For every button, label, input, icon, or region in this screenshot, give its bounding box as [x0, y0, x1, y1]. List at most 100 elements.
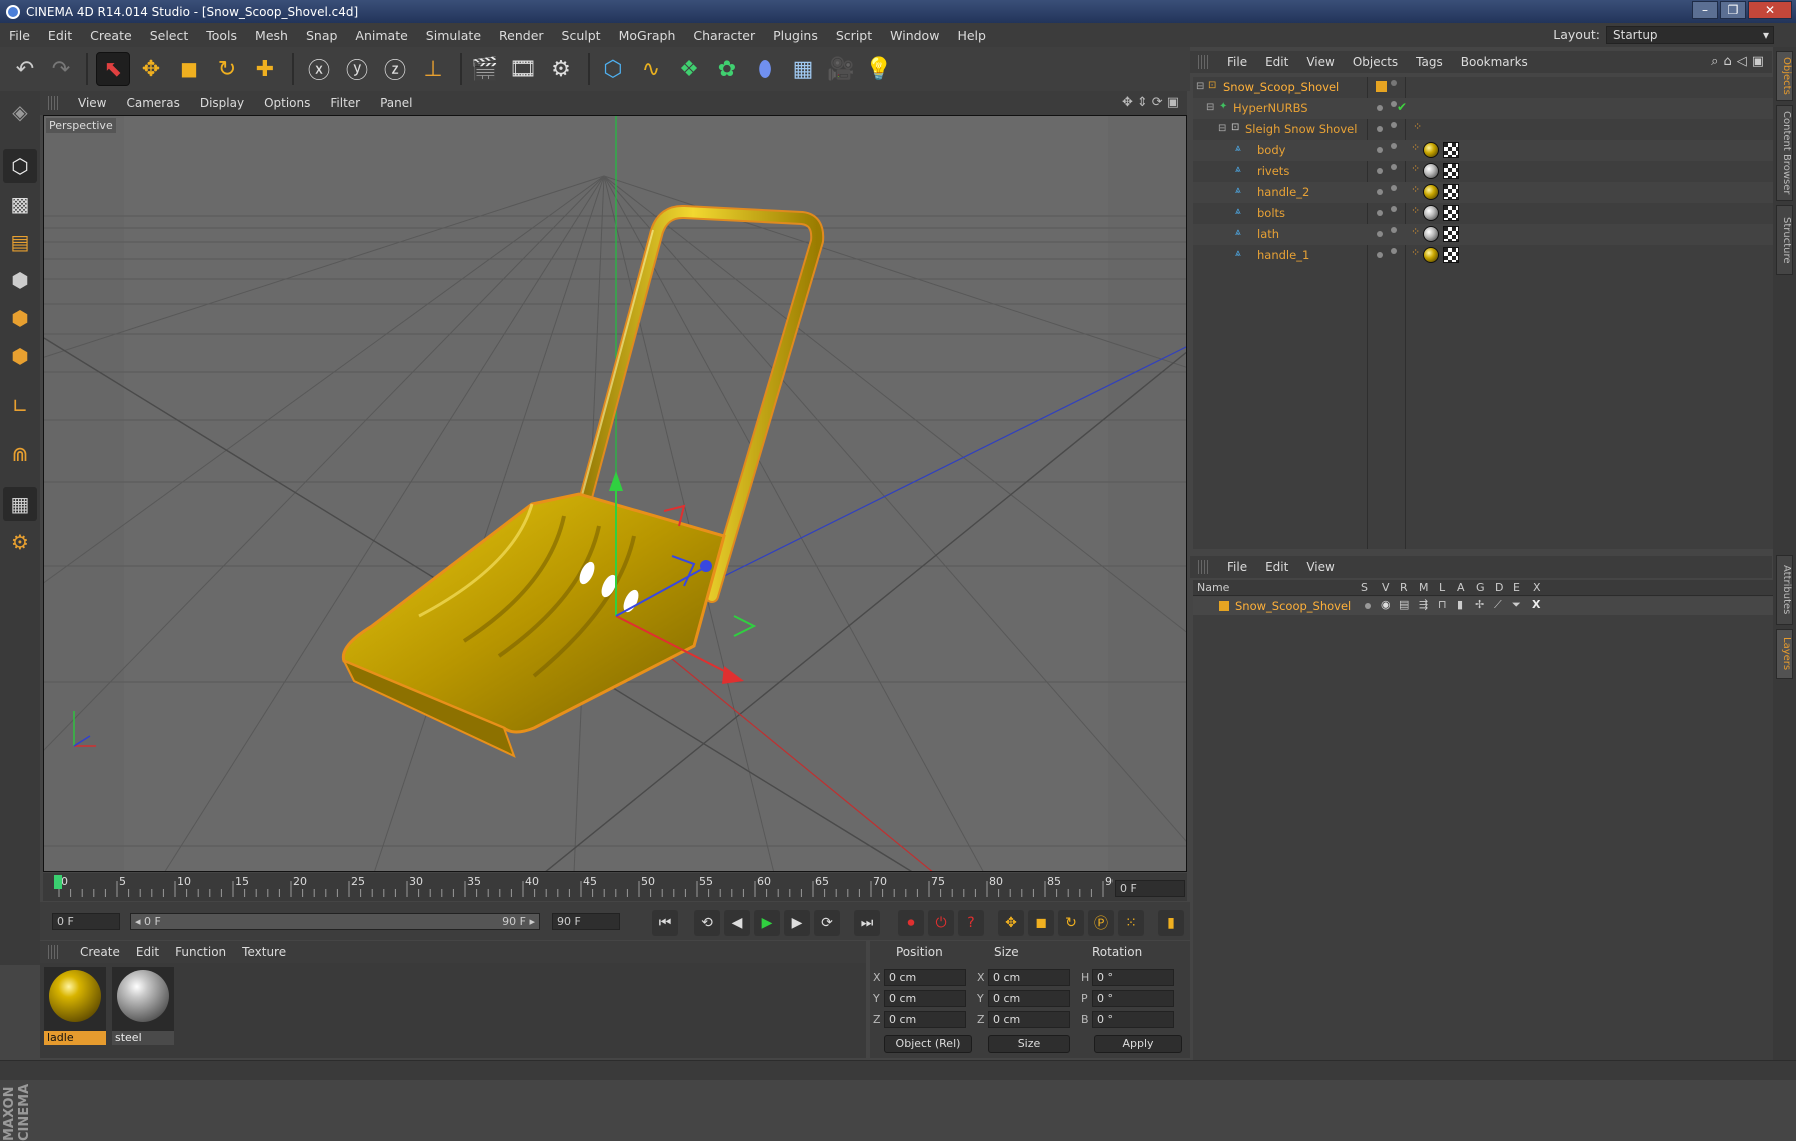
material-tag-icon[interactable]	[1423, 226, 1439, 242]
object-name[interactable]: rivets	[1257, 164, 1289, 178]
timeline-window-icon[interactable]: ▮	[1158, 910, 1184, 936]
layer-menu-file[interactable]: File	[1218, 560, 1256, 574]
layer-manager-icon[interactable]: ⇶	[1419, 598, 1428, 611]
frame-range-slider[interactable]: ◂ 0 F 90 F ▸	[130, 913, 540, 930]
home-icon[interactable]: ⌂	[1723, 54, 1731, 69]
material-menu-create[interactable]: Create	[72, 945, 128, 959]
floor-icon[interactable]: ▦	[786, 52, 820, 86]
pos-z-field[interactable]: 0 cm	[884, 1011, 966, 1028]
menu-sculpt[interactable]: Sculpt	[553, 28, 610, 43]
go-to-start-icon[interactable]: ⏮	[652, 910, 678, 936]
layer-col-r[interactable]: R	[1400, 581, 1408, 594]
planar-workplane-icon[interactable]: ⚙	[3, 525, 37, 559]
tab-attributes[interactable]: Attributes	[1776, 555, 1793, 625]
layer-col-g[interactable]: G	[1476, 581, 1485, 594]
pos-x-field[interactable]: 0 cm	[884, 969, 966, 986]
phong-tag-icon[interactable]: ⁘	[1411, 183, 1420, 196]
make-editable-icon[interactable]: ◈	[3, 95, 37, 129]
go-to-end-icon[interactable]: ⏭	[854, 910, 880, 936]
key-pla-icon[interactable]: ⁙	[1118, 910, 1144, 936]
minimize-button[interactable]: –	[1692, 1, 1718, 19]
scale-icon[interactable]: ◼	[172, 52, 206, 86]
menu-simulate[interactable]: Simulate	[417, 28, 490, 43]
rotate-view-icon[interactable]: ⟳	[1152, 95, 1163, 110]
menu-snap[interactable]: Snap	[297, 28, 346, 43]
menu-edit[interactable]: Edit	[39, 28, 81, 43]
deformer-icon[interactable]: ⬮	[748, 52, 782, 86]
recent-tool-icon[interactable]: ✚	[248, 52, 282, 86]
object-name[interactable]: Snow_Scoop_Shovel	[1223, 80, 1339, 94]
undo-icon[interactable]: ↶	[8, 52, 42, 86]
object-row[interactable]: ⊟ ⊡ Snow_Scoop_Shovel	[1193, 77, 1773, 98]
phong-tag-icon[interactable]: ⁘	[1411, 162, 1420, 175]
current-frame-field[interactable]: 0 F	[1115, 880, 1185, 897]
workplane-lock-icon[interactable]: ▦	[3, 487, 37, 521]
close-button[interactable]: ✕	[1748, 1, 1792, 19]
new-window-icon[interactable]: ▣	[1752, 54, 1764, 69]
layer-expressions-icon[interactable]: ⏷	[1512, 598, 1521, 612]
key-position-icon[interactable]: ✥	[998, 910, 1024, 936]
pos-y-field[interactable]: 0 cm	[884, 990, 966, 1007]
size-y-field[interactable]: 0 cm	[988, 990, 1070, 1007]
material-tag-icon[interactable]	[1423, 142, 1439, 158]
material-steel[interactable]: steel	[112, 967, 174, 1045]
viewport-menu-cameras[interactable]: Cameras	[116, 96, 189, 110]
end-frame-field[interactable]: 90 F	[552, 913, 620, 930]
menu-help[interactable]: Help	[948, 28, 995, 43]
play-icon[interactable]: ▶	[754, 910, 780, 936]
render-picture-viewer-icon[interactable]: 🎞	[506, 52, 540, 86]
layer-menu-view[interactable]: View	[1297, 560, 1343, 574]
apply-button[interactable]: Apply	[1094, 1035, 1182, 1053]
menu-script[interactable]: Script	[827, 28, 881, 43]
move-icon[interactable]: ✥	[134, 52, 168, 86]
timeline-ruler[interactable]: 0 5 10 15 20 25 30 35 40 45 50 55 60 65 70 75 80 85 90	[43, 873, 1187, 901]
object-menu-view[interactable]: View	[1297, 55, 1343, 69]
rot-p-field[interactable]: 0 °	[1092, 990, 1174, 1007]
render-view-icon[interactable]: 🎬	[468, 52, 502, 86]
menu-plugins[interactable]: Plugins	[764, 28, 827, 43]
layer-lock-icon[interactable]: ⊓	[1438, 598, 1447, 611]
material-menu-edit[interactable]: Edit	[128, 945, 167, 959]
coordinate-system-icon[interactable]: ⊥	[416, 52, 450, 86]
layout-select[interactable]: Startup	[1606, 26, 1774, 44]
menu-mograph[interactable]: MoGraph	[610, 28, 685, 43]
layer-row[interactable]: Snow_Scoop_Shovel ◉ ▤ ⇶ ⊓ ▮ ✢ ⟋ ⏷ X	[1193, 597, 1773, 615]
layer-col-a[interactable]: A	[1457, 581, 1465, 594]
enabled-check-icon[interactable]: ✔	[1397, 100, 1407, 114]
layer-col-m[interactable]: M	[1419, 581, 1429, 594]
size-x-field[interactable]: 0 cm	[988, 969, 1070, 986]
light-icon[interactable]: 💡	[862, 52, 896, 86]
render-settings-icon[interactable]: ⚙	[544, 52, 578, 86]
rot-h-field[interactable]: 0 °	[1092, 969, 1174, 986]
object-row[interactable]: ⩓ body ⁘	[1193, 140, 1773, 161]
tab-objects[interactable]: Objects	[1776, 51, 1793, 101]
texture-tag-icon[interactable]	[1443, 142, 1459, 158]
object-row[interactable]: ⩓ bolts ⁘	[1193, 203, 1773, 224]
menu-mesh[interactable]: Mesh	[246, 28, 297, 43]
camera-icon[interactable]: 🎥	[824, 52, 858, 86]
polygons-mode-icon[interactable]: ⬢	[3, 339, 37, 373]
phong-tag-icon[interactable]: ⁘	[1411, 141, 1420, 154]
object-row[interactable]: ⩓ rivets ⁘	[1193, 161, 1773, 182]
layer-render-icon[interactable]: ▤	[1399, 598, 1409, 611]
workplane-mode-icon[interactable]: ▤	[3, 225, 37, 259]
size-z-field[interactable]: 0 cm	[988, 1011, 1070, 1028]
menu-window[interactable]: Window	[881, 28, 948, 43]
back-icon[interactable]: ◁	[1737, 54, 1747, 69]
object-menu-bookmarks[interactable]: Bookmarks	[1452, 55, 1537, 69]
layer-col-name[interactable]: Name	[1197, 581, 1229, 594]
viewport-menu-view[interactable]: View	[68, 96, 116, 110]
toggle-view-icon[interactable]: ▣	[1167, 95, 1179, 110]
viewport-menu-display[interactable]: Display	[190, 96, 254, 110]
object-menu-objects[interactable]: Objects	[1344, 55, 1407, 69]
texture-tag-icon[interactable]	[1443, 226, 1459, 242]
material-ladle[interactable]: ladle	[44, 967, 106, 1045]
layer-col-v[interactable]: V	[1382, 581, 1390, 594]
layer-name[interactable]: Snow_Scoop_Shovel	[1235, 599, 1351, 613]
object-name[interactable]: Sleigh Snow Shovel	[1245, 122, 1357, 136]
key-rotation-icon[interactable]: ↻	[1058, 910, 1084, 936]
texture-mode-icon[interactable]: ▩	[3, 187, 37, 221]
texture-tag-icon[interactable]	[1443, 247, 1459, 263]
object-row[interactable]: ⩓ lath ⁘	[1193, 224, 1773, 245]
viewport-menu-filter[interactable]: Filter	[320, 96, 370, 110]
